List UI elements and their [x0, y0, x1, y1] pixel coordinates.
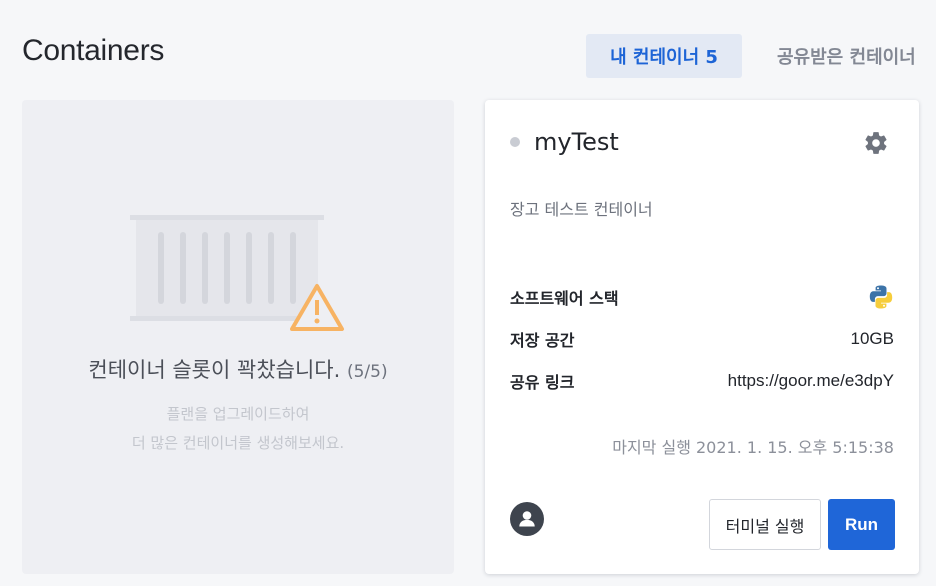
status-dot [510, 137, 520, 147]
container-description: 장고 테스트 컨테이너 [510, 200, 653, 219]
storage-row: 저장 공간 10GB [510, 327, 894, 351]
slot-count: (5/5) [346, 362, 388, 382]
python-icon [869, 285, 893, 309]
gear-icon[interactable] [863, 130, 889, 156]
upgrade-hint: 플랜을 업그레이드하여 더 많은 컨테이너를 생성해보세요. [22, 400, 454, 458]
slot-full-message: 컨테이너 슬롯이 꽉찼습니다. (5/5) [22, 354, 454, 384]
software-stack-row: 소프트웨어 스택 [510, 284, 894, 310]
owner-avatar[interactable] [510, 502, 544, 536]
page-title: Containers [22, 34, 165, 67]
container-card[interactable]: myTest 장고 테스트 컨테이너 소프트웨어 스택 저장 공간 10GB 공… [485, 100, 919, 574]
slot-full-text: 컨테이너 슬롯이 꽉찼습니다. [88, 358, 341, 382]
container-icon [130, 215, 344, 331]
container-name[interactable]: myTest [534, 128, 619, 156]
tab-shared-containers[interactable]: 공유받은 컨테이너 [777, 34, 916, 78]
upgrade-hint-line-1: 플랜을 업그레이드하여 [166, 405, 310, 423]
share-link-row: 공유 링크 https://goor.me/e3dpY [510, 369, 894, 393]
last-run-timestamp: 마지막 실행 2021. 1. 15. 오후 5:15:38 [612, 438, 894, 457]
terminal-button[interactable]: 터미널 실행 [709, 499, 821, 550]
storage-label: 저장 공간 [510, 331, 575, 350]
software-stack-label: 소프트웨어 스택 [510, 289, 619, 308]
run-button[interactable]: Run [828, 499, 895, 550]
tab-my-containers[interactable]: 내 컨테이너 5 [586, 34, 742, 78]
storage-value: 10GB [850, 329, 894, 348]
container-slot-panel: 컨테이너 슬롯이 꽉찼습니다. (5/5) 플랜을 업그레이드하여 더 많은 컨… [22, 100, 454, 574]
share-link-label: 공유 링크 [510, 373, 575, 392]
share-link-value[interactable]: https://goor.me/e3dpY [728, 371, 894, 391]
upgrade-hint-line-2: 더 많은 컨테이너를 생성해보세요. [131, 434, 345, 452]
container-top-rail [130, 215, 324, 220]
user-avatar-icon [519, 511, 535, 527]
